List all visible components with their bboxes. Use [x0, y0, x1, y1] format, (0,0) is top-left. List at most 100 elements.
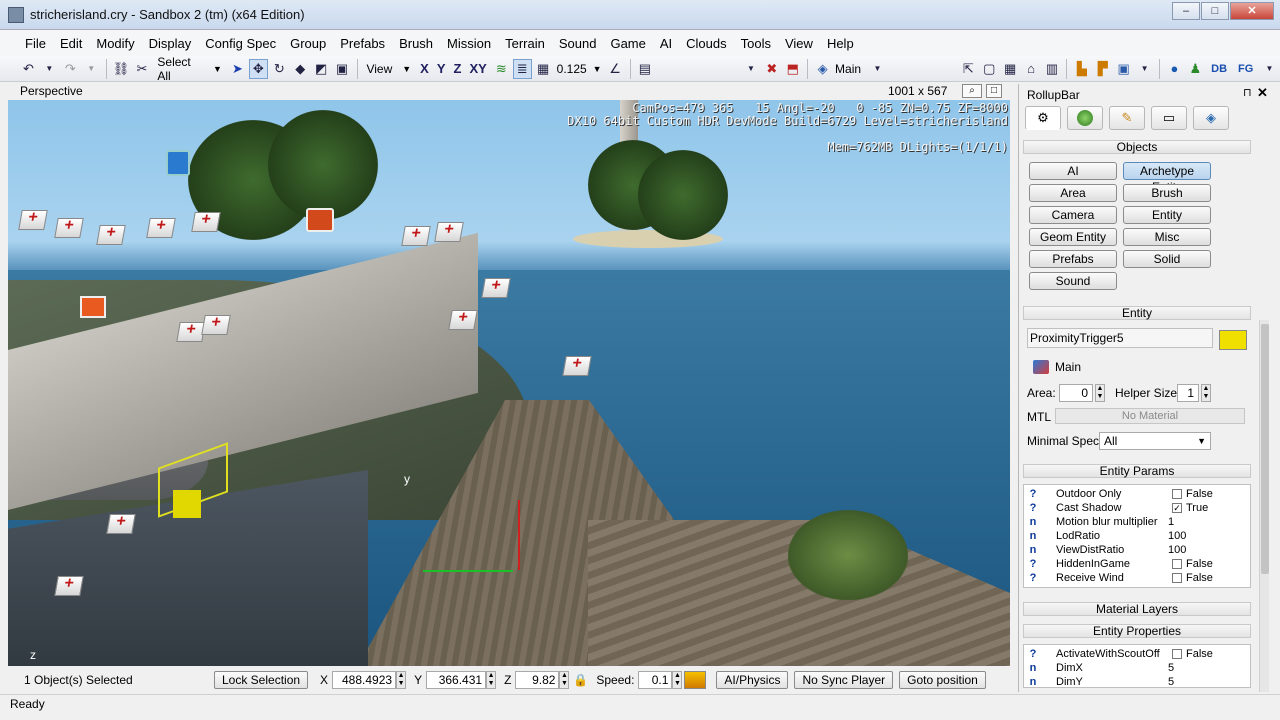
y-spinner[interactable]: ▲ ▼: [486, 671, 497, 689]
entity-section-header[interactable]: Entity: [1023, 306, 1251, 320]
select-terrain-icon[interactable]: ◩: [312, 59, 331, 79]
param-value[interactable]: 100: [1168, 529, 1186, 543]
entity-properties-section-header[interactable]: Entity Properties: [1023, 624, 1251, 638]
database-icon[interactable]: ▣: [1114, 59, 1133, 79]
health-pack-marker[interactable]: [201, 315, 231, 335]
param-checkbox[interactable]: ✓: [1172, 503, 1182, 513]
cloud-icon[interactable]: ⌂: [1022, 59, 1041, 79]
chevron-down-icon[interactable]: ▼: [868, 59, 887, 79]
move-icon[interactable]: ✥: [248, 58, 268, 79]
object-type-camera-button[interactable]: Camera: [1029, 206, 1117, 224]
unlink-icon[interactable]: ✂: [132, 59, 151, 79]
perspective-viewport[interactable]: y z CamPos=479 365 15 Angl=-20 0 -85 ZN=…: [8, 100, 1010, 666]
layer-tools-icon[interactable]: ⬒: [783, 59, 802, 79]
object-type-area-button[interactable]: Area: [1029, 184, 1117, 202]
property-value[interactable]: 5: [1168, 675, 1174, 689]
vegetation-icon[interactable]: ▦: [1001, 59, 1020, 79]
helper-size-field[interactable]: 1: [1177, 384, 1199, 402]
object-type-geom-entity-button[interactable]: Geom Entity: [1029, 228, 1117, 246]
chevron-down-icon[interactable]: ▼: [1135, 59, 1154, 79]
object-type-misc-button[interactable]: Misc: [1123, 228, 1211, 246]
menu-help[interactable]: Help: [820, 36, 861, 51]
param-row[interactable]: ? Cast Shadow ✓ True: [1024, 501, 1252, 515]
film-icon[interactable]: ▙: [1072, 59, 1091, 79]
level-stats-icon[interactable]: ▥: [1043, 59, 1062, 79]
maximize-button[interactable]: □: [1201, 2, 1229, 20]
minimal-spec-select[interactable]: All ▼: [1099, 432, 1211, 450]
maximize-viewport-icon[interactable]: □: [986, 84, 1002, 98]
material-layers-section-header[interactable]: Material Layers: [1023, 602, 1251, 616]
ai-point-icon[interactable]: [306, 208, 334, 232]
health-pack-marker[interactable]: [106, 514, 136, 534]
entity-color-swatch[interactable]: [1219, 330, 1247, 350]
layers-icon[interactable]: ◈: [813, 59, 832, 79]
param-row[interactable]: n ViewDistRatio 100: [1024, 543, 1252, 557]
minimize-button[interactable]: –: [1172, 2, 1200, 20]
param-row[interactable]: ? Receive Wind False: [1024, 571, 1252, 585]
undo-dropdown-icon[interactable]: ▼: [40, 59, 59, 79]
object-type-solid-button[interactable]: Solid: [1123, 250, 1211, 268]
axis-xy-button[interactable]: XY: [465, 61, 490, 76]
goto-position-button[interactable]: Goto position: [899, 671, 986, 689]
health-pack-marker[interactable]: [434, 222, 464, 242]
globe-icon[interactable]: ●: [1165, 59, 1184, 79]
property-row[interactable]: n DimY 5: [1024, 675, 1252, 689]
objects-section-header[interactable]: Objects: [1023, 140, 1251, 154]
fire-entity-icon[interactable]: [80, 296, 106, 318]
modeling-tab[interactable]: ✎: [1109, 106, 1145, 130]
scale-icon[interactable]: ◆: [291, 59, 310, 79]
area-field[interactable]: 0: [1059, 384, 1093, 402]
menu-view[interactable]: View: [778, 36, 820, 51]
rollup-scroll-thumb[interactable]: [1261, 324, 1269, 574]
menu-terrain[interactable]: Terrain: [498, 36, 552, 51]
rotate-icon[interactable]: ↻: [270, 59, 289, 79]
undo-icon[interactable]: ↶: [19, 59, 38, 79]
menu-sound[interactable]: Sound: [552, 36, 604, 51]
helper-size-spinner[interactable]: ▲ ▼: [1201, 384, 1211, 402]
layers-tab[interactable]: ◈: [1193, 106, 1229, 130]
menu-display[interactable]: Display: [142, 36, 199, 51]
menu-ai[interactable]: AI: [653, 36, 679, 51]
health-pack-marker[interactable]: [54, 576, 84, 596]
menu-prefabs[interactable]: Prefabs: [333, 36, 392, 51]
object-type-prefabs-button[interactable]: Prefabs: [1029, 250, 1117, 268]
menu-file[interactable]: File: [18, 36, 53, 51]
link-icon[interactable]: ⛓: [112, 59, 131, 79]
flowgraph-button[interactable]: FG: [1233, 59, 1258, 79]
track-view-icon[interactable]: ▛: [1093, 59, 1112, 79]
x-coordinate-field[interactable]: 488.4923: [332, 671, 397, 689]
param-checkbox[interactable]: [1172, 573, 1182, 583]
gizmo-y-axis[interactable]: [423, 570, 513, 572]
health-pack-marker[interactable]: [448, 310, 478, 330]
lock-selection-button[interactable]: Lock Selection: [214, 671, 309, 689]
menu-mission[interactable]: Mission: [440, 36, 498, 51]
speed-field[interactable]: 0.1: [638, 671, 673, 689]
property-value[interactable]: 5: [1168, 661, 1174, 675]
menu-config-spec[interactable]: Config Spec: [198, 36, 283, 51]
object-type-ai-button[interactable]: AI: [1029, 162, 1117, 180]
param-checkbox[interactable]: [1172, 489, 1182, 499]
axis-z-button[interactable]: Z: [450, 61, 466, 76]
terrain-snap-icon[interactable]: ≣: [512, 58, 532, 79]
health-pack-marker[interactable]: [18, 210, 48, 230]
snap-to-terrain-icon[interactable]: ▣: [333, 59, 352, 79]
health-pack-marker[interactable]: [146, 218, 176, 238]
param-row[interactable]: n Motion blur multiplier 1: [1024, 515, 1252, 529]
property-row[interactable]: n DimX 5: [1024, 661, 1252, 675]
gizmo-z-axis[interactable]: [518, 500, 520, 570]
grid-icon[interactable]: ▦: [534, 59, 553, 79]
database-view-button[interactable]: DB: [1207, 59, 1232, 79]
delete-layer-icon[interactable]: ✖: [762, 59, 781, 79]
menu-tools[interactable]: Tools: [734, 36, 778, 51]
terrain-axis-icon[interactable]: ≋: [492, 59, 511, 79]
shield-icon[interactable]: [166, 150, 190, 176]
terrain-tab[interactable]: [1067, 106, 1103, 130]
object-type-sound-button[interactable]: Sound: [1029, 272, 1117, 290]
param-value[interactable]: 1: [1168, 515, 1174, 529]
lock-icon[interactable]: 🔒: [573, 673, 588, 687]
menu-brush[interactable]: Brush: [392, 36, 440, 51]
display-tab[interactable]: ▭: [1151, 106, 1187, 130]
param-row[interactable]: ? HiddenInGame False: [1024, 557, 1252, 571]
rollup-scrollbar[interactable]: [1259, 320, 1269, 692]
align-icon[interactable]: ⇱: [959, 59, 978, 79]
